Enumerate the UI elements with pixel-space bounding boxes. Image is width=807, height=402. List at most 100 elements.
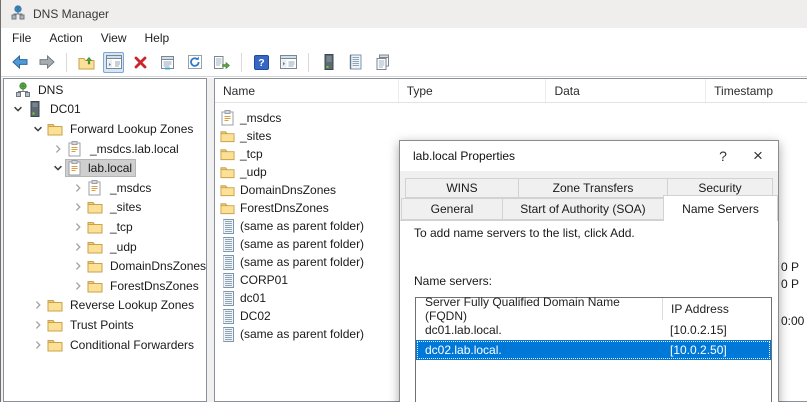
dns-app-icon xyxy=(10,5,26,24)
refresh-button[interactable] xyxy=(184,52,205,73)
tree-item-label: _udp xyxy=(107,239,140,255)
menu-action[interactable]: Action xyxy=(40,29,91,47)
dialog-title: lab.local Properties xyxy=(413,149,515,163)
dns-manager-window: DNS Manager FileActionViewHelp ? DNS DC01… xyxy=(0,0,807,402)
toolbar-separator xyxy=(241,53,242,72)
chevron-collapsed-icon[interactable] xyxy=(70,278,86,294)
column-header-type[interactable]: Type xyxy=(398,79,546,102)
copy-button[interactable] xyxy=(372,52,393,73)
toolbar: ? xyxy=(1,48,807,77)
tree-item-forward-lookup-zones[interactable]: Forward Lookup Zones xyxy=(4,119,206,139)
copy-icon xyxy=(375,54,391,70)
folder-icon xyxy=(220,165,235,180)
back-icon xyxy=(11,54,29,70)
tab-wins[interactable]: WINS xyxy=(405,178,519,198)
records-button[interactable] xyxy=(345,52,366,73)
chevron-collapsed-icon[interactable] xyxy=(70,219,86,235)
list-row-name: (same as parent folder) xyxy=(240,327,364,341)
folder-icon xyxy=(220,201,235,216)
tree-item--msdcs[interactable]: _msdcs xyxy=(4,178,206,198)
menu-file[interactable]: File xyxy=(3,29,40,47)
chevron-collapsed-icon[interactable] xyxy=(70,239,86,255)
chevron-expanded-icon[interactable] xyxy=(30,121,46,137)
tree-item-label: lab.local xyxy=(85,160,135,176)
chevron-collapsed-icon[interactable] xyxy=(30,297,46,313)
chevron-collapsed-icon[interactable] xyxy=(50,141,66,157)
tab-start-of-authority-soa-[interactable]: Start of Authority (SOA) xyxy=(502,198,664,220)
column-header-timestamp[interactable]: Timestamp xyxy=(705,79,807,102)
server-icon xyxy=(26,101,43,117)
tree-item-conditional-forwarders[interactable]: Conditional Forwarders xyxy=(4,335,206,355)
chevron-collapsed-icon[interactable] xyxy=(30,317,46,333)
record-icon xyxy=(220,219,235,234)
console-tree-panel: DNS DC01Forward Lookup Zones_msdcs.lab.lo… xyxy=(3,78,207,402)
tree-item-domaindnszones[interactable]: DomainDnsZones xyxy=(4,256,206,276)
tree-item-dc01[interactable]: DC01 xyxy=(4,100,206,120)
dialog-help-button[interactable]: ? xyxy=(716,148,730,164)
up-one-level-button[interactable] xyxy=(76,52,97,73)
console-window-icon xyxy=(280,55,297,69)
help-icon: ? xyxy=(254,55,269,70)
record-icon xyxy=(220,291,235,306)
chevron-expanded-icon[interactable] xyxy=(50,160,66,176)
server-status-button[interactable] xyxy=(318,52,339,73)
help-button[interactable]: ? xyxy=(251,52,272,73)
tree-item-label: _tcp xyxy=(107,219,136,235)
dialog-close-button[interactable]: × xyxy=(750,148,766,164)
refresh-icon xyxy=(187,54,203,70)
tree-item-lab-local[interactable]: lab.local xyxy=(4,158,206,178)
tree-item-dns[interactable]: DNS xyxy=(4,80,206,100)
list-row[interactable]: _msdcs xyxy=(215,109,807,127)
chevron-collapsed-icon[interactable] xyxy=(70,180,86,196)
properties-button[interactable] xyxy=(157,52,178,73)
chevron-expanded-icon[interactable] xyxy=(10,101,26,117)
tab-zone-transfers[interactable]: Zone Transfers xyxy=(518,178,668,198)
record-icon xyxy=(220,273,235,288)
back-button[interactable] xyxy=(9,52,30,73)
show-console-tree-button[interactable] xyxy=(103,52,124,73)
tab-general[interactable]: General xyxy=(401,198,503,220)
record-icon xyxy=(220,255,235,270)
toolbar-separator xyxy=(66,53,67,72)
ns-column-fqdn[interactable]: Server Fully Qualified Domain Name (FQDN… xyxy=(416,295,662,323)
list-row-name: _udp xyxy=(240,165,267,179)
ns-column-ip[interactable]: IP Address xyxy=(662,298,771,320)
ns-fqdn: dc02.lab.local. xyxy=(416,343,662,357)
export-list-button[interactable] xyxy=(211,52,232,73)
tree-item-label: _sites xyxy=(107,199,144,215)
tree-item--msdcs-lab-local[interactable]: _msdcs.lab.local xyxy=(4,139,206,159)
timestamp-fragment: 0 P xyxy=(781,277,799,291)
tree-item-trust-points[interactable]: Trust Points xyxy=(4,315,206,335)
tree-item--udp[interactable]: _udp xyxy=(4,237,206,257)
delete-button[interactable] xyxy=(130,52,151,73)
ns-fqdn: dc01.lab.local. xyxy=(416,323,662,337)
record-icon xyxy=(220,237,235,252)
list-row-name: (same as parent folder) xyxy=(240,219,364,233)
console-tree-icon xyxy=(106,55,122,69)
name-servers-listbox: Server Fully Qualified Domain Name (FQDN… xyxy=(415,297,772,402)
console-window-button[interactable] xyxy=(278,52,299,73)
forward-button[interactable] xyxy=(36,52,57,73)
column-header-data[interactable]: Data xyxy=(545,79,705,102)
tab-name-servers[interactable]: Name Servers xyxy=(663,195,778,221)
title-bar: DNS Manager xyxy=(1,0,807,28)
up-level-icon xyxy=(78,55,95,70)
record-icon xyxy=(220,309,235,324)
name-server-row[interactable]: dc02.lab.local.[10.0.2.50] xyxy=(416,340,771,360)
name-server-row[interactable]: dc01.lab.local.[10.0.2.15] xyxy=(416,320,771,340)
tree-item-reverse-lookup-zones[interactable]: Reverse Lookup Zones xyxy=(4,296,206,316)
menu-view[interactable]: View xyxy=(92,29,136,47)
tree-item--tcp[interactable]: _tcp xyxy=(4,217,206,237)
column-header-name[interactable]: Name xyxy=(215,79,398,102)
menu-help[interactable]: Help xyxy=(136,29,179,47)
list-row-name: CORP01 xyxy=(240,273,288,287)
chevron-collapsed-icon[interactable] xyxy=(70,258,86,274)
ns-ip: [10.0.2.15] xyxy=(662,323,771,337)
tree-item--sites[interactable]: _sites xyxy=(4,198,206,218)
chevron-collapsed-icon[interactable] xyxy=(30,337,46,353)
chevron-collapsed-icon[interactable] xyxy=(70,199,86,215)
list-row-name: DomainDnsZones xyxy=(240,183,336,197)
tree-item-label: DNS xyxy=(35,82,66,98)
tree-item-forestdnszones[interactable]: ForestDnsZones xyxy=(4,276,206,296)
folder-icon xyxy=(86,258,103,274)
